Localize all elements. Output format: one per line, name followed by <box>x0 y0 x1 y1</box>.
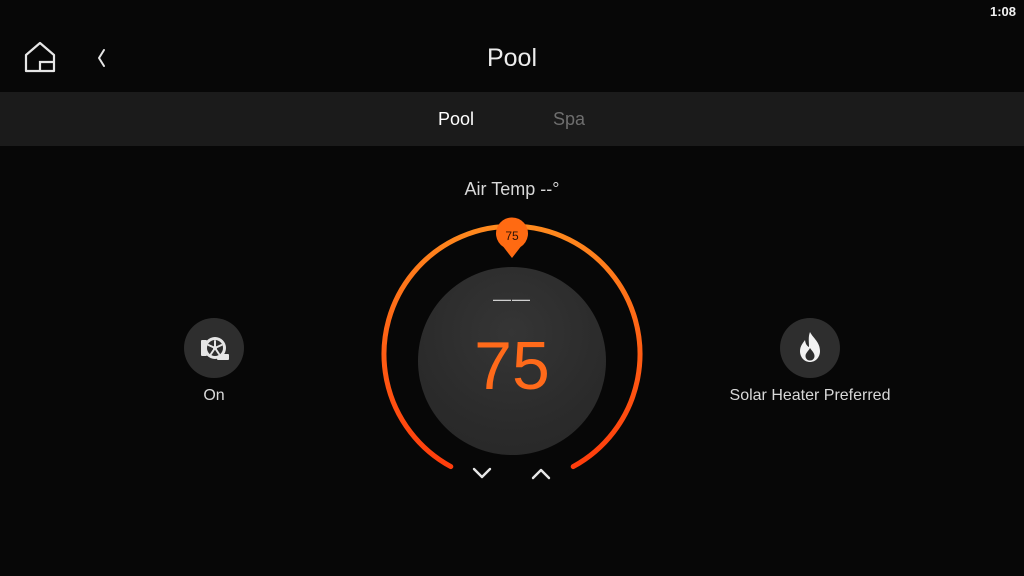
increase-button[interactable] <box>524 458 558 488</box>
flame-icon <box>800 332 820 362</box>
page-title: Pool <box>486 44 538 72</box>
temperature-display: —— 75 <box>418 267 606 455</box>
current-temperature: —— <box>493 289 531 309</box>
setpoint-value: 75 <box>474 328 550 404</box>
pump-button[interactable] <box>184 318 244 378</box>
decrease-button[interactable] <box>466 458 500 488</box>
heater-button[interactable] <box>780 318 840 378</box>
air-temp-label: Air Temp --° <box>464 179 560 199</box>
tab-bar: Pool Spa <box>0 92 1024 146</box>
heater-mode-label: Solar Heater Preferred <box>729 387 891 404</box>
pump-status-label: On <box>203 387 225 404</box>
status-time: 1:08 <box>989 4 1016 19</box>
pool-control-screen: 1:08 Pool Pool Spa Air Temp --° 75 —— 75… <box>0 0 1024 576</box>
pump-icon <box>201 337 229 360</box>
tab-pool[interactable]: Pool <box>438 109 474 130</box>
tab-spa[interactable]: Spa <box>553 109 585 130</box>
setpoint-marker-label: 75 <box>505 229 519 243</box>
